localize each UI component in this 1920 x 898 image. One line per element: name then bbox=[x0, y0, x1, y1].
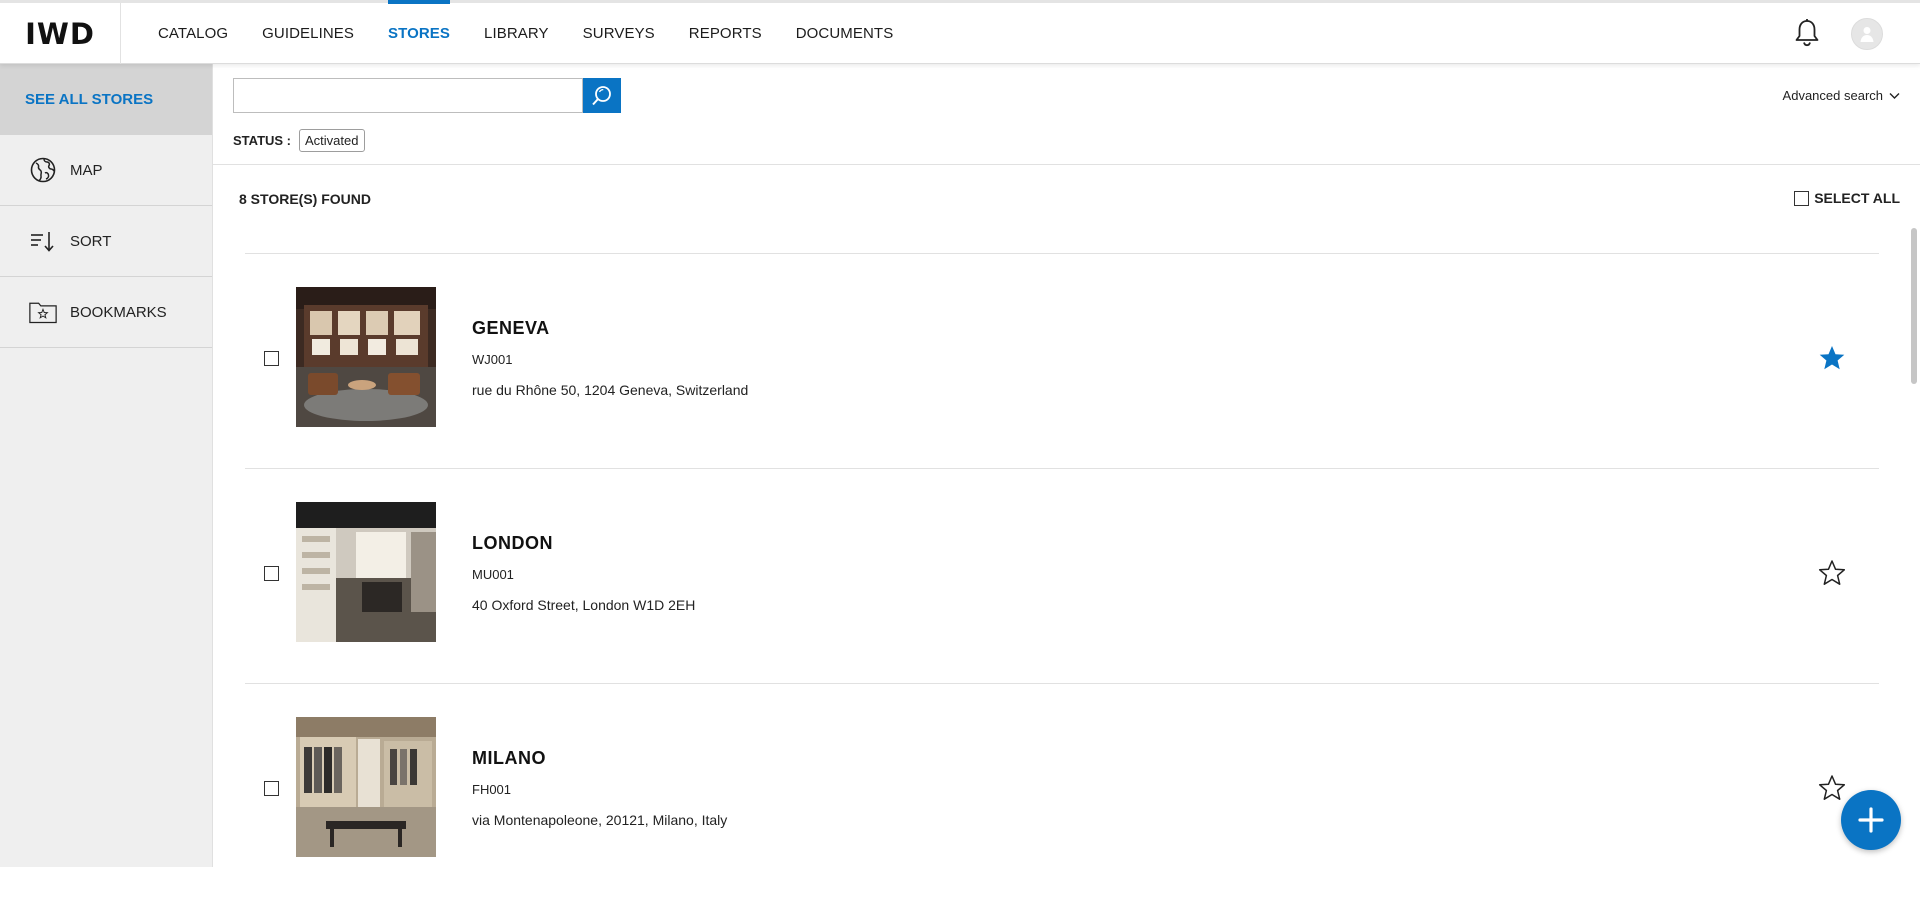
chevron-down-icon bbox=[1889, 92, 1900, 99]
results-count: 8 STORE(S) FOUND bbox=[239, 191, 371, 207]
store-name[interactable]: LONDON bbox=[472, 533, 553, 554]
store-checkbox[interactable] bbox=[264, 566, 279, 581]
plus-icon bbox=[1858, 807, 1884, 833]
store-thumbnail[interactable] bbox=[296, 287, 436, 427]
store-checkbox[interactable] bbox=[264, 351, 279, 366]
divider bbox=[213, 164, 1920, 165]
search-input[interactable] bbox=[234, 79, 582, 112]
globe-icon bbox=[29, 156, 57, 184]
nav-stores[interactable]: STORES bbox=[371, 0, 467, 64]
search-box bbox=[233, 78, 583, 113]
user-avatar[interactable] bbox=[1851, 18, 1883, 50]
sidebar: SEE ALL STORES MAP SORT BOOKMARKS bbox=[0, 64, 213, 867]
nav-reports[interactable]: REPORTS bbox=[672, 3, 779, 64]
bookmark-star-icon[interactable] bbox=[1817, 558, 1847, 588]
sidebar-item-label: MAP bbox=[70, 161, 103, 179]
store-code: FH001 bbox=[472, 782, 512, 797]
notifications-bell-icon[interactable] bbox=[1793, 18, 1821, 48]
checkbox[interactable] bbox=[1794, 190, 1810, 206]
sidebar-item-bookmarks[interactable]: BOOKMARKS bbox=[0, 277, 212, 348]
bookmark-star-filled-icon[interactable] bbox=[1817, 343, 1847, 373]
nav-surveys[interactable]: SURVEYS bbox=[566, 3, 672, 64]
nav-catalog[interactable]: CATALOG bbox=[141, 3, 245, 64]
sort-icon bbox=[29, 227, 57, 255]
sidebar-item-sort[interactable]: SORT bbox=[0, 206, 212, 277]
store-row[interactable]: LONDON MU001 40 Oxford Street, London W1… bbox=[245, 468, 1879, 683]
store-row[interactable]: GENEVA WJ001 rue du Rhône 50, 1204 Genev… bbox=[245, 253, 1879, 468]
sidebar-item-label: SORT bbox=[70, 232, 112, 250]
main-content: Advanced search STATUS : Activated 8 STO… bbox=[213, 64, 1920, 867]
store-code: MU001 bbox=[472, 567, 514, 582]
advanced-search-label: Advanced search bbox=[1782, 88, 1883, 103]
store-thumbnail[interactable] bbox=[296, 717, 436, 857]
status-label: STATUS : bbox=[233, 133, 292, 148]
logo[interactable]: IWD bbox=[0, 3, 121, 64]
sidebar-item-label: BOOKMARKS bbox=[70, 303, 167, 321]
store-row[interactable]: MILANO FH001 via Montenapoleone, 20121, … bbox=[245, 683, 1879, 898]
nav-guidelines[interactable]: GUIDELINES bbox=[245, 3, 371, 64]
search-icon bbox=[592, 85, 611, 105]
store-name[interactable]: GENEVA bbox=[472, 318, 550, 339]
add-store-button[interactable] bbox=[1841, 790, 1901, 850]
advanced-search-toggle[interactable]: Advanced search bbox=[1783, 88, 1900, 103]
status-chip[interactable]: Activated bbox=[299, 129, 365, 152]
store-address: via Montenapoleone, 20121, Milano, Italy bbox=[472, 812, 728, 828]
store-code: WJ001 bbox=[472, 352, 513, 367]
nav-library[interactable]: LIBRARY bbox=[467, 3, 566, 64]
user-icon bbox=[1860, 27, 1874, 42]
sidebar-item-see-all-stores[interactable]: SEE ALL STORES bbox=[0, 64, 212, 135]
store-list: GENEVA WJ001 rue du Rhône 50, 1204 Genev… bbox=[245, 253, 1879, 898]
bookmark-star-icon[interactable] bbox=[1817, 773, 1847, 803]
store-address: rue du Rhône 50, 1204 Geneva, Switzerlan… bbox=[472, 382, 749, 398]
select-all-checkbox[interactable]: SELECT ALL bbox=[1794, 190, 1900, 206]
store-checkbox[interactable] bbox=[264, 781, 279, 796]
scrollbar[interactable] bbox=[1911, 228, 1917, 384]
logo-text: IWD bbox=[25, 16, 95, 51]
bookmark-folder-icon bbox=[29, 298, 57, 326]
top-navigation-bar: IWD CATALOG GUIDELINES STORES LIBRARY SU… bbox=[0, 0, 1920, 64]
search-button[interactable] bbox=[583, 78, 621, 113]
nav-documents[interactable]: DOCUMENTS bbox=[779, 3, 911, 64]
store-thumbnail[interactable] bbox=[296, 502, 436, 642]
store-name[interactable]: MILANO bbox=[472, 748, 546, 769]
store-address: 40 Oxford Street, London W1D 2EH bbox=[472, 597, 696, 613]
status-filter: STATUS : Activated bbox=[233, 129, 365, 152]
sidebar-item-map[interactable]: MAP bbox=[0, 135, 212, 206]
select-all-label: SELECT ALL bbox=[1814, 190, 1900, 206]
main-nav: CATALOG GUIDELINES STORES LIBRARY SURVEY… bbox=[141, 0, 911, 64]
